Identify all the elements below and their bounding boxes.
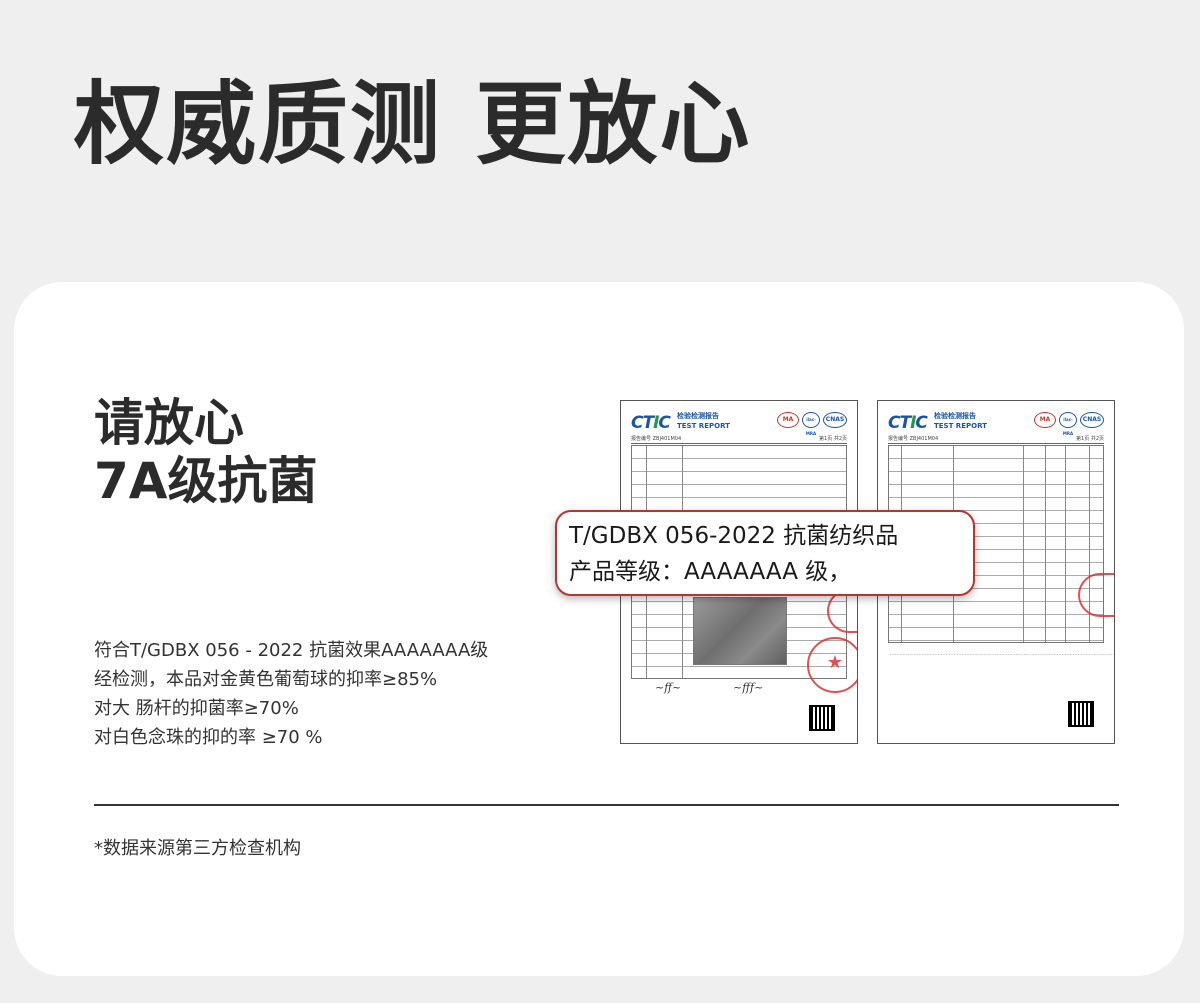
ma-mark-icon: MA bbox=[777, 412, 799, 428]
description-line: 对大 肠杆的抑菌率≥70% bbox=[94, 698, 299, 719]
signature-image: ~fff~ bbox=[733, 681, 764, 694]
card-subtitle: 请放心 7A级抗菌 bbox=[94, 394, 318, 510]
content-card: 请放心 7A级抗菌 符合T/GDBX 056 - 2022 抗菌效果AAAAAA… bbox=[14, 282, 1184, 976]
description-line: 对白色念珠的抑的率 ≥70 % bbox=[94, 727, 323, 748]
report-title-en: TEST REPORT bbox=[934, 422, 987, 430]
callout-line-1: T/GDBX 056-2022 抗菌纺织品 bbox=[569, 523, 899, 549]
report-number: 报告编号 ZBJ401M04 bbox=[888, 436, 939, 442]
cnas-mark-icon: CNAS bbox=[823, 412, 847, 428]
subtitle-line-1: 请放心 bbox=[94, 394, 244, 452]
report-stamp-icon bbox=[1078, 573, 1114, 617]
report-title-cn: 检验检测报告 bbox=[934, 412, 976, 420]
standard-callout: T/GDBX 056-2022 抗菌纺织品 产品等级：AAAAAAA 级， bbox=[555, 510, 975, 596]
report-notes: ........................................… bbox=[890, 651, 1115, 657]
accreditation-marks: MA ilac-MRA CNAS bbox=[1034, 412, 1104, 436]
report-title-en: TEST REPORT bbox=[677, 422, 730, 430]
cnas-mark-icon: CNAS bbox=[1080, 412, 1104, 428]
report-page: 第1页 共2页 bbox=[1076, 436, 1104, 442]
description-line: 经检测，本品对金黄色葡萄球的抑率≥85% bbox=[94, 669, 438, 690]
qr-code-icon bbox=[1068, 701, 1094, 727]
signature-image: ~ff~ bbox=[655, 681, 682, 694]
report-number: 报告编号 ZBJ401M04 bbox=[631, 436, 682, 442]
ctic-logo: CTIC bbox=[888, 413, 928, 433]
ma-mark-icon: MA bbox=[1034, 412, 1056, 428]
ctic-logo: CTIC bbox=[631, 413, 671, 433]
report-header: CTIC 检验检测报告 TEST REPORT MA ilac-MRA CNAS bbox=[888, 411, 1104, 436]
page-headline: 权威质测 更放心 bbox=[74, 72, 752, 177]
report-meta: 报告编号 ZBJ401M04 第1页 共2页 bbox=[631, 435, 847, 444]
report-meta: 报告编号 ZBJ401M04 第1页 共2页 bbox=[888, 435, 1104, 444]
ilac-mark-icon: ilac-MRA bbox=[802, 412, 820, 436]
fabric-sample-photo bbox=[693, 597, 787, 665]
test-description: 符合T/GDBX 056 - 2022 抗菌效果AAAAAAA级 经检测，本品对… bbox=[94, 636, 514, 752]
report-title-cn: 检验检测报告 bbox=[677, 412, 719, 420]
report-header: CTIC 检验检测报告 TEST REPORT MA ilac-MRA CNAS bbox=[631, 411, 847, 436]
callout-line-2: 产品等级：AAAAAAA 级， bbox=[569, 559, 852, 585]
description-line: 符合T/GDBX 056 - 2022 抗菌效果AAAAAAA级 bbox=[94, 640, 489, 661]
qr-code-icon bbox=[809, 705, 835, 731]
data-source-footnote: *数据来源第三方检查机构 bbox=[94, 838, 301, 859]
subtitle-line-2: 7A级抗菌 bbox=[94, 452, 318, 510]
ilac-mark-icon: ilac-MRA bbox=[1059, 412, 1077, 436]
inspection-stamp-icon: ★ bbox=[807, 637, 857, 693]
divider bbox=[94, 804, 1119, 806]
report-page: 第1页 共2页 bbox=[819, 436, 847, 442]
accreditation-marks: MA ilac-MRA CNAS bbox=[777, 412, 847, 436]
